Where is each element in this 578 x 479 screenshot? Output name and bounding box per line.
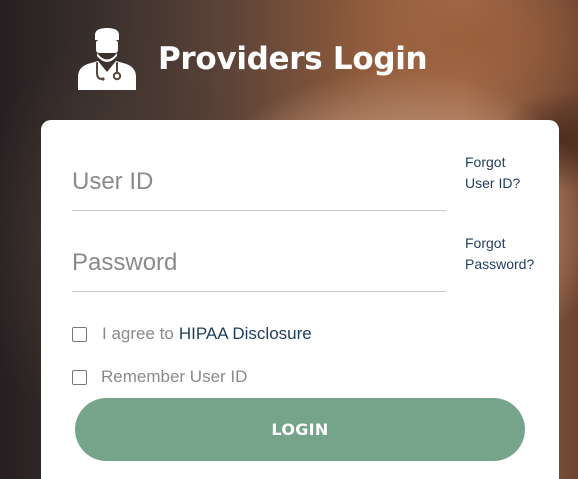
remember-userid-label: Remember User ID (101, 367, 248, 386)
doctor-icon (78, 28, 136, 90)
forgot-userid-line2: User ID? (465, 175, 521, 191)
hipaa-agree-label: I agree to (102, 324, 174, 343)
hipaa-disclosure-link[interactable]: HIPAA Disclosure (179, 324, 312, 344)
remember-userid-row: Remember User ID (72, 367, 247, 387)
forgot-userid-line1: Forgot (465, 154, 506, 170)
login-card: Forgot User ID? Forgot Password? I agree… (41, 120, 559, 479)
userid-input[interactable] (72, 154, 446, 210)
password-field (72, 235, 446, 292)
forgot-userid-link[interactable]: Forgot User ID? (465, 152, 555, 194)
userid-field (72, 154, 446, 211)
password-input[interactable] (72, 235, 446, 291)
forgot-password-line1: Forgot (465, 235, 506, 251)
remember-userid-checkbox[interactable] (72, 369, 87, 385)
forgot-password-line2: Password? (465, 256, 535, 272)
page-title: Providers Login (158, 40, 428, 77)
page-header: Providers Login (78, 28, 428, 90)
hipaa-agree-checkbox[interactable] (72, 326, 87, 342)
forgot-password-link[interactable]: Forgot Password? (465, 233, 555, 275)
login-button[interactable]: LOGIN (75, 398, 525, 461)
hipaa-agree-row: I agree to HIPAA Disclosure (72, 324, 312, 344)
